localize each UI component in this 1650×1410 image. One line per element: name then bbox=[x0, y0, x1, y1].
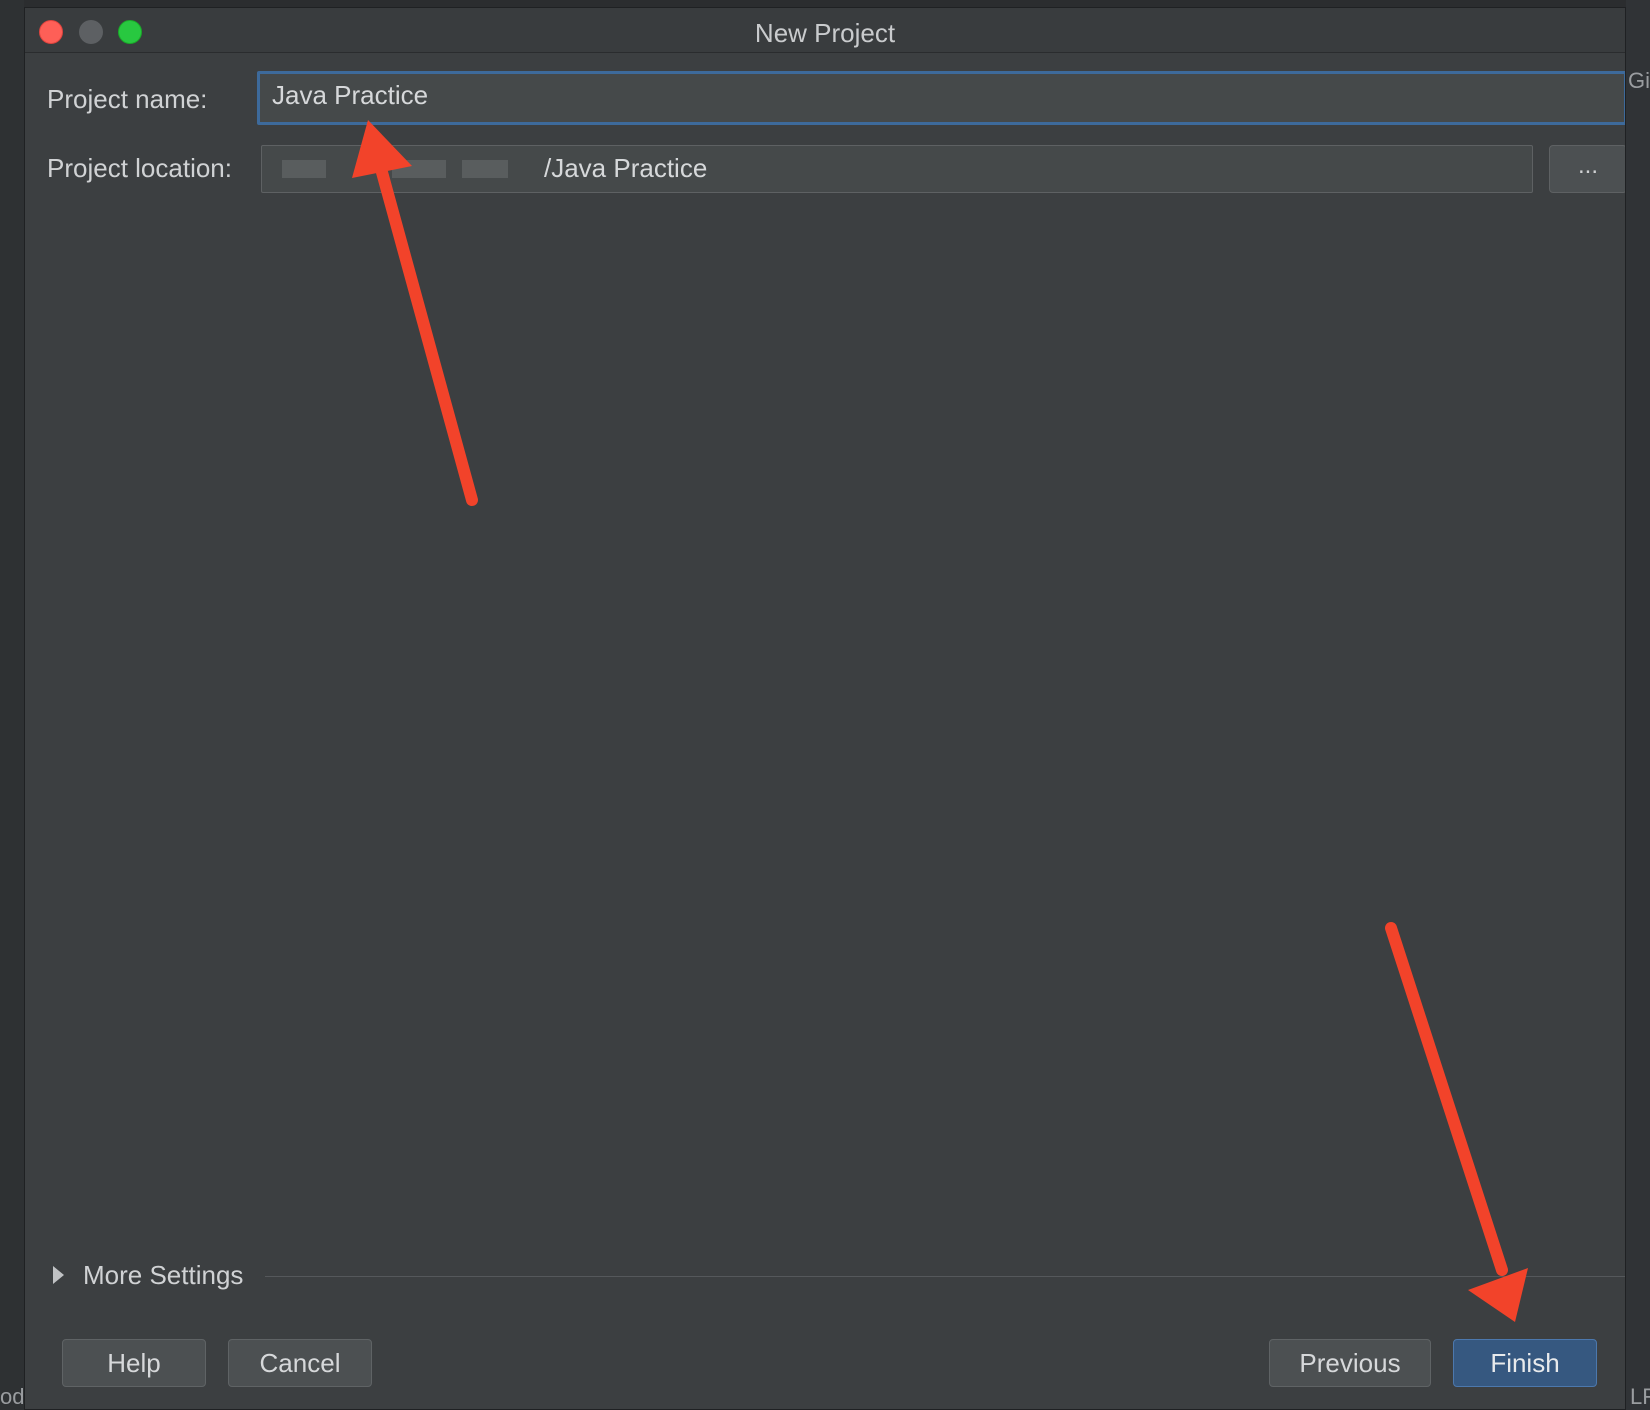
project-location-label: Project location: bbox=[47, 153, 232, 183]
project-name-label: Project name: bbox=[47, 84, 208, 114]
expand-triangle-icon bbox=[53, 1266, 64, 1284]
browse-location-button[interactable]: ... bbox=[1549, 145, 1625, 193]
redacted-path-segment bbox=[392, 160, 446, 178]
more-settings-label: More Settings bbox=[83, 1260, 244, 1290]
project-location-value: /Java Practice bbox=[544, 153, 708, 183]
new-project-dialog: New Project Project name: Java Practice … bbox=[24, 7, 1626, 1410]
finish-button[interactable]: Finish bbox=[1453, 1339, 1597, 1387]
more-settings-divider bbox=[265, 1276, 1625, 1277]
background-ide-left bbox=[0, 0, 24, 1410]
window-title: New Project bbox=[754, 18, 896, 48]
title-bar: New Project bbox=[25, 8, 1625, 53]
previous-button[interactable]: Previous bbox=[1269, 1339, 1431, 1387]
redacted-path-segment bbox=[282, 160, 326, 178]
project-location-input[interactable]: /Java Practice bbox=[261, 145, 1533, 193]
more-settings-toggle[interactable]: More Settings bbox=[53, 1256, 1625, 1296]
redacted-path-segment bbox=[462, 160, 508, 178]
background-git-label: Git bbox=[1628, 68, 1650, 93]
help-button[interactable]: Help bbox=[62, 1339, 206, 1387]
background-bottom-right-text: LF bbox=[1630, 1384, 1650, 1409]
background-ide-right bbox=[1626, 0, 1650, 1410]
project-name-input[interactable]: Java Practice bbox=[257, 71, 1625, 125]
cancel-button[interactable]: Cancel bbox=[228, 1339, 372, 1387]
background-bottom-left-text: od bbox=[0, 1384, 25, 1409]
project-name-value: Java Practice bbox=[272, 80, 429, 110]
